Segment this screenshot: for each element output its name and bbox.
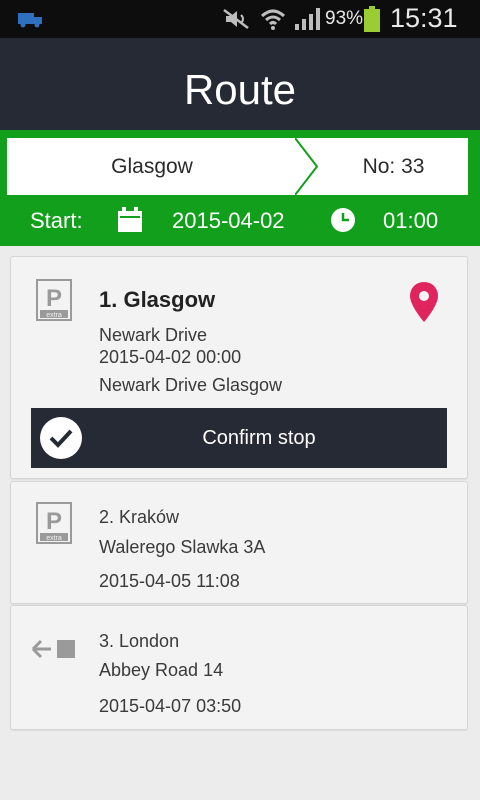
- calendar-icon: [118, 207, 142, 232]
- parking-letter: P: [46, 508, 62, 535]
- stop-card-2[interactable]: P extra 2. Kraków Walerego Slawka 3A 201…: [10, 481, 468, 604]
- start-row: Start: 2015-04-02 01:00: [0, 195, 480, 246]
- check-circle-icon: [40, 417, 82, 459]
- stop-address: Newark Drive Glasgow: [99, 375, 283, 395]
- battery-percent: 93%: [325, 8, 364, 29]
- stop-datetime: 2015-04-02 00:00: [99, 347, 242, 367]
- route-info-box[interactable]: Glasgow No: 33: [7, 138, 468, 195]
- stop-street: Abbey Road 14: [99, 660, 224, 680]
- route-origin: Glasgow: [111, 155, 193, 178]
- stop-street: Newark Drive: [99, 325, 208, 345]
- mute-icon: [223, 9, 249, 29]
- confirm-stop-label: Confirm stop: [202, 427, 316, 449]
- confirm-stop-button[interactable]: Confirm stop: [31, 408, 447, 468]
- stop-title: 2. Kraków: [99, 507, 180, 527]
- parking-letter: P: [46, 285, 62, 312]
- parking-extra-icon: P extra: [36, 502, 72, 544]
- truck-icon: [18, 13, 42, 28]
- start-date: 2015-04-02: [172, 208, 285, 233]
- parking-caption: extra: [46, 312, 62, 319]
- stop-street: Walerego Slawka 3A: [99, 537, 266, 557]
- stop-card-3[interactable]: 3. London Abbey Road 14 2015-04-07 03:50: [10, 605, 468, 730]
- start-label: Start:: [30, 208, 83, 233]
- clock-icon: [331, 208, 355, 232]
- map-pin-icon[interactable]: [409, 281, 439, 323]
- app-header: Route: [0, 38, 480, 130]
- battery-icon: [364, 6, 380, 32]
- route-number: No: 33: [362, 155, 425, 178]
- clock-time: 15:31: [390, 3, 458, 33]
- route-summary: Glasgow No: 33 Start: 2015-04-02 01:00: [0, 130, 480, 246]
- stop-datetime: 2015-04-07 03:50: [99, 696, 242, 716]
- parking-caption: extra: [46, 535, 62, 542]
- chevron-right-icon: [295, 138, 319, 195]
- start-time: 01:00: [383, 208, 439, 233]
- signal-icon: [295, 8, 320, 30]
- stop-title: 3. London: [99, 631, 180, 651]
- wifi-icon: [260, 9, 286, 30]
- status-bar: 93% 15:31: [0, 0, 480, 38]
- parking-extra-icon: P extra: [36, 279, 72, 321]
- stop-title: 1. Glasgow: [99, 287, 216, 312]
- stop-card-1[interactable]: P extra 1. Glasgow Newark Drive 2015-04-…: [10, 256, 468, 479]
- arrow-left-icon: [31, 639, 75, 659]
- stop-datetime: 2015-04-05 11:08: [99, 571, 240, 591]
- page-title: Route: [183, 66, 297, 113]
